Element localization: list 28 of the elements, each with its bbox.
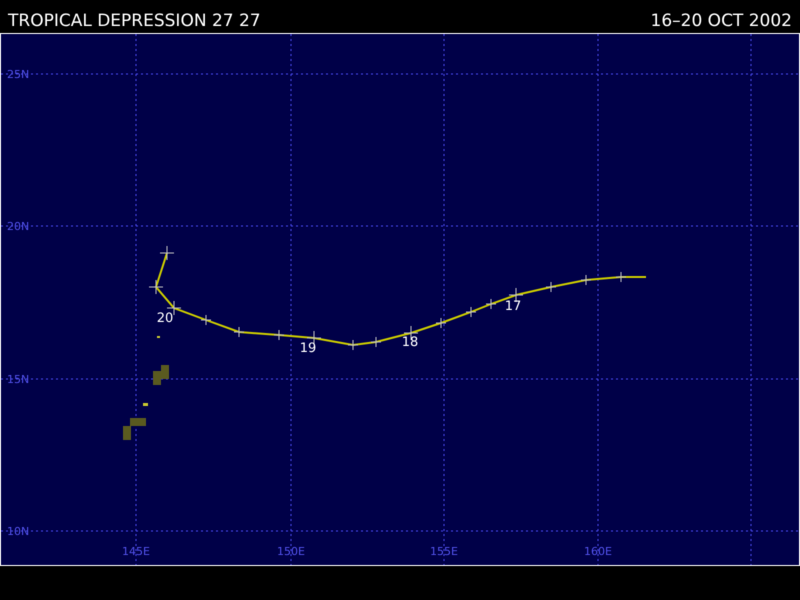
position-marker (546, 282, 556, 292)
map-title: TROPICAL DEPRESSION 27 27 (8, 11, 261, 31)
position-marker (148, 280, 164, 294)
day-label: 20 (156, 311, 174, 326)
latitude-label: 15N (7, 373, 30, 386)
latitude-label: 25N (7, 68, 30, 81)
longitude-label: 150E (277, 545, 305, 558)
day-label: 18 (402, 335, 418, 350)
position-marker (348, 340, 358, 350)
latitude-label: 10N (7, 525, 30, 538)
longitude-label: 155E (430, 545, 458, 558)
position-marker (370, 336, 382, 348)
day-label: 19 (300, 341, 316, 356)
position-marker (274, 330, 284, 340)
position-marker (486, 298, 496, 310)
position-marker (160, 246, 174, 260)
longitude-label: 160E (584, 545, 612, 558)
position-marker (234, 326, 244, 338)
latitude-label: 20N (7, 220, 30, 233)
position-marker (200, 314, 212, 326)
position-marker (436, 318, 446, 328)
position-marker (466, 306, 476, 318)
position-marker (616, 272, 626, 282)
longitude-label: 145E (122, 545, 150, 558)
date-range: 16–20 OCT 2002 (650, 11, 792, 31)
day-label: 17 (504, 299, 522, 314)
position-marker (508, 288, 524, 302)
position-marker (580, 274, 592, 286)
